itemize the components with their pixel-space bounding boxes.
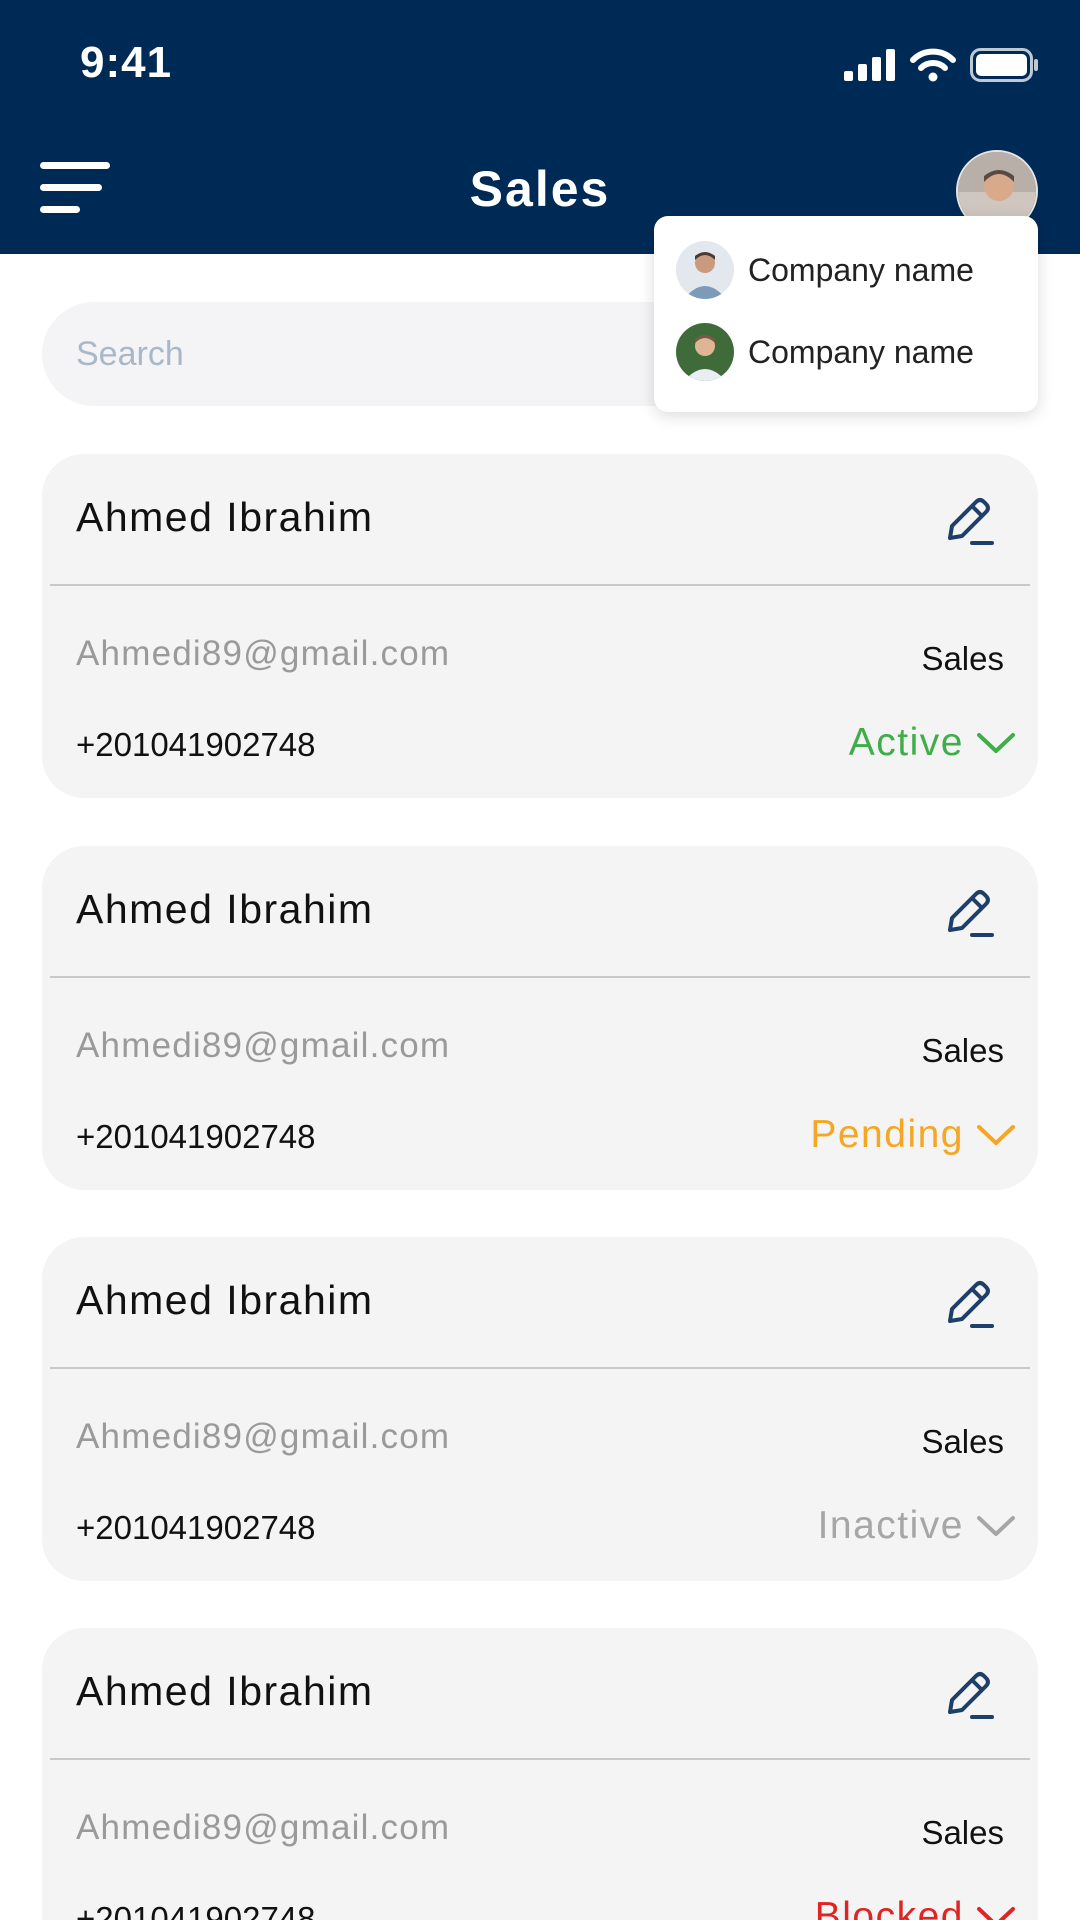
page-title: Sales: [469, 161, 611, 217]
company-name: Company name: [748, 251, 974, 288]
card-divider: [50, 1367, 1030, 1369]
status-label: Inactive: [817, 1504, 964, 1547]
status-icons: [844, 48, 1040, 82]
user-role: Sales: [921, 1814, 1004, 1851]
chevron-down-icon: [977, 1907, 1015, 1920]
chevron-down-icon: [977, 1125, 1015, 1145]
user-name: Ahmed Ibrahim: [76, 886, 374, 932]
user-role: Sales: [921, 640, 1004, 677]
user-role: Sales: [921, 1032, 1004, 1069]
user-name: Ahmed Ibrahim: [76, 1668, 374, 1714]
user-email: Ahmedi89@gmail.com: [76, 1026, 451, 1065]
company-name: Company name: [748, 333, 974, 370]
status-dropdown[interactable]: Inactive: [818, 1501, 1016, 1551]
user-phone: +201041902748: [76, 1900, 316, 1920]
user-name: Ahmed Ibrahim: [76, 1277, 374, 1323]
status-dropdown[interactable]: Pending: [810, 1110, 1016, 1160]
user-card: Ahmed Ibrahim Ahmedi89@gmail.com Sales +…: [42, 1237, 1038, 1581]
user-phone: +201041902748: [76, 1118, 316, 1155]
user-role: Sales: [921, 1423, 1004, 1460]
edit-icon[interactable]: [936, 882, 1000, 946]
user-email: Ahmedi89@gmail.com: [76, 1808, 451, 1847]
search-input[interactable]: [76, 302, 596, 406]
status-label: Blocked: [814, 1895, 964, 1920]
card-divider: [50, 1758, 1030, 1760]
status-dropdown[interactable]: Active: [849, 718, 1016, 768]
company-dropdown: Company name Company name: [654, 216, 1038, 412]
signal-icon: [844, 49, 895, 81]
chevron-down-icon: [977, 1516, 1015, 1536]
edit-icon[interactable]: [936, 1664, 1000, 1728]
wifi-icon: [910, 48, 956, 82]
company-option[interactable]: Company name: [676, 238, 1026, 302]
user-email: Ahmedi89@gmail.com: [76, 634, 451, 673]
edit-icon[interactable]: [936, 490, 1000, 554]
company-option[interactable]: Company name: [676, 320, 1026, 384]
user-card: Ahmed Ibrahim Ahmedi89@gmail.com Sales +…: [42, 454, 1038, 798]
user-card: Ahmed Ibrahim Ahmedi89@gmail.com Sales +…: [42, 846, 1038, 1190]
user-phone: +201041902748: [76, 726, 316, 763]
user-card: Ahmed Ibrahim Ahmedi89@gmail.com Sales +…: [42, 1628, 1038, 1920]
status-time: 9:41: [80, 38, 173, 87]
card-divider: [50, 584, 1030, 586]
user-email: Ahmedi89@gmail.com: [76, 1417, 451, 1456]
status-label: Pending: [810, 1113, 964, 1156]
user-phone: +201041902748: [76, 1509, 316, 1546]
battery-icon: [970, 48, 1038, 82]
status-label: Active: [848, 721, 964, 764]
chevron-down-icon: [977, 733, 1015, 753]
edit-icon[interactable]: [936, 1273, 1000, 1337]
user-name: Ahmed Ibrahim: [76, 494, 374, 540]
card-divider: [50, 976, 1030, 978]
company-avatar: [676, 323, 734, 381]
status-dropdown[interactable]: Blocked: [815, 1892, 1016, 1920]
company-avatar: [676, 241, 734, 299]
